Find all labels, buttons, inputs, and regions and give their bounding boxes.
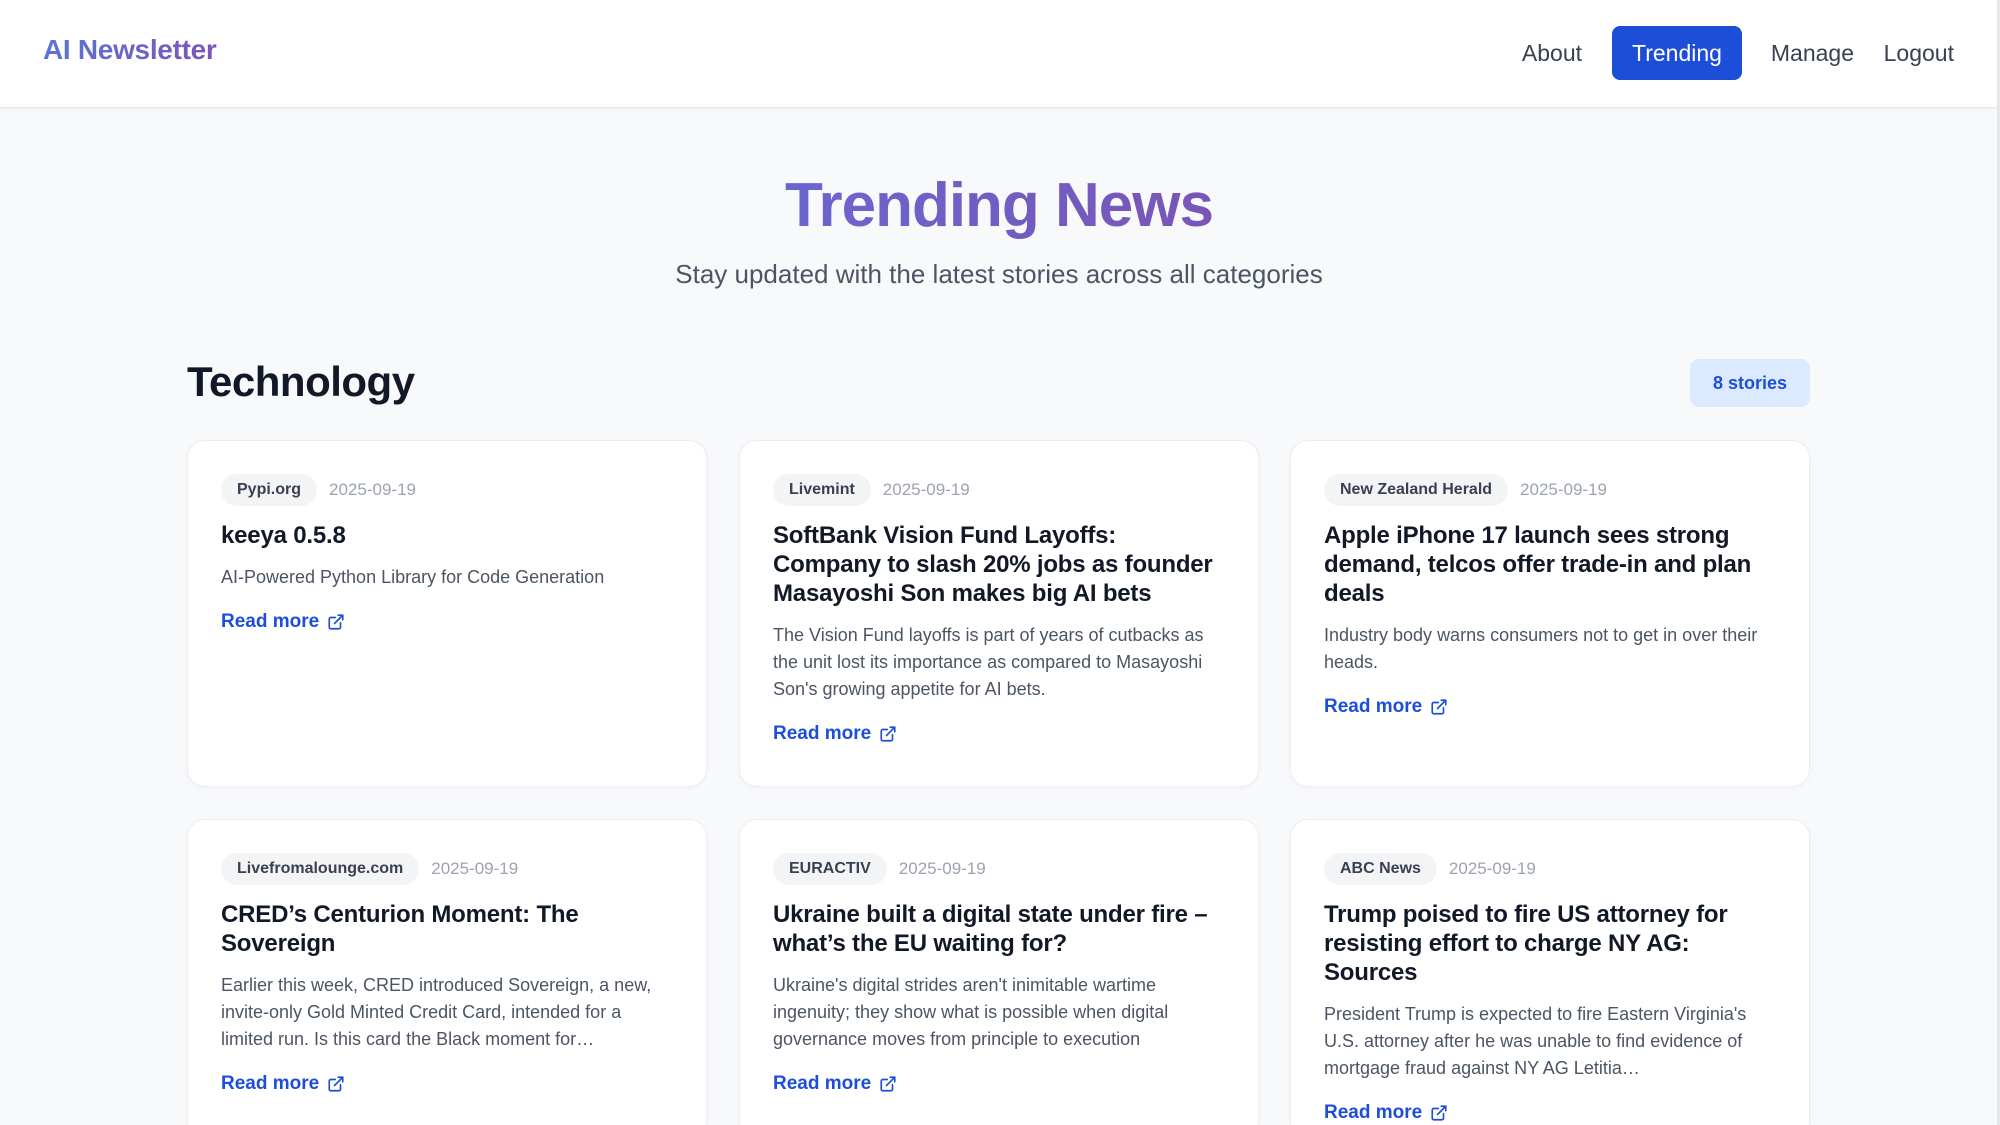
read-more-link[interactable]: Read more	[1324, 1102, 1448, 1124]
article-description: AI-Powered Python Library for Code Gener…	[221, 567, 605, 587]
article-description: Industry body warns consumers not to get…	[1324, 625, 1758, 672]
news-card: ABC News 2025-09-19 Trump poised to fire…	[1290, 819, 1810, 1125]
article-date: 2025-09-19	[329, 480, 416, 499]
page-title: Trending News	[785, 171, 1214, 240]
read-more-label: Read more	[1324, 1102, 1423, 1123]
read-more-link[interactable]: Read more	[773, 723, 897, 745]
article-title: CRED’s Centurion Moment: The Sovereign	[221, 901, 579, 957]
article-description: Earlier this week, CRED introduced Sover…	[221, 975, 652, 1049]
nav-manage-link[interactable]: Manage	[1771, 26, 1854, 80]
page: AI Newsletter About Trending Manage Logo…	[0, 0, 2000, 1125]
read-more-label: Read more	[773, 1073, 872, 1094]
article-description: President Trump is expected to fire East…	[1324, 1004, 1747, 1078]
article-date: 2025-09-19	[1520, 480, 1608, 499]
source-badge: Pypi.org	[221, 474, 318, 506]
external-link-icon	[879, 725, 897, 743]
news-card: Livefromalounge.com 2025-09-19 CRED’s Ce…	[187, 819, 707, 1125]
story-count-badge: 8 stories	[1690, 359, 1810, 407]
read-more-link[interactable]: Read more	[221, 1073, 345, 1095]
section-title: Technology	[187, 358, 415, 405]
brand-logo[interactable]: AI Newsletter	[43, 34, 217, 66]
article-title: keeya 0.5.8	[221, 522, 346, 549]
news-card: Pypi.org 2025-09-19 keeya 0.5.8 AI-Power…	[187, 440, 707, 787]
news-card: Livemint 2025-09-19 SoftBank Vision Fund…	[739, 440, 1259, 787]
read-more-label: Read more	[221, 1073, 320, 1094]
read-more-label: Read more	[221, 611, 320, 632]
external-link-icon	[879, 1075, 897, 1093]
main-nav: About Trending Manage Logout	[1400, 26, 2000, 80]
article-title: Apple iPhone 17 launch sees strong deman…	[1324, 522, 1752, 607]
top-navbar: AI Newsletter About Trending Manage Logo…	[0, 0, 2000, 108]
article-description: The Vision Fund layoffs is part of years…	[773, 625, 1204, 699]
article-title: Trump poised to fire US attorney for res…	[1324, 901, 1728, 986]
article-description: Ukraine's digital strides aren't inimita…	[773, 975, 1169, 1049]
read-more-link[interactable]: Read more	[221, 611, 345, 633]
source-badge: Livemint	[773, 474, 871, 506]
nav-logout-link[interactable]: Logout	[1884, 26, 1954, 80]
source-badge: EURACTIV	[773, 853, 887, 885]
article-date: 2025-09-19	[898, 859, 986, 878]
source-badge: ABC News	[1324, 853, 1437, 885]
article-date: 2025-09-19	[431, 859, 519, 878]
article-title: Ukraine built a digital state under fire…	[773, 901, 1208, 957]
read-more-link[interactable]: Read more	[1324, 696, 1448, 718]
article-title: SoftBank Vision Fund Layoffs: Company to…	[773, 522, 1213, 607]
source-badge: Livefromalounge.com	[221, 853, 420, 885]
article-date: 2025-09-19	[882, 480, 970, 499]
article-date: 2025-09-19	[1448, 859, 1536, 878]
external-link-icon	[327, 613, 345, 631]
nav-trending-button[interactable]: Trending	[1612, 26, 1742, 80]
read-more-label: Read more	[1324, 696, 1423, 717]
news-card: EURACTIV 2025-09-19 Ukraine built a digi…	[739, 819, 1259, 1125]
external-link-icon	[1430, 1104, 1448, 1122]
read-more-link[interactable]: Read more	[773, 1073, 897, 1095]
nav-about-link[interactable]: About	[1522, 26, 1582, 80]
news-card: New Zealand Herald 2025-09-19 Apple iPho…	[1290, 440, 1810, 787]
external-link-icon	[1430, 698, 1448, 716]
source-badge: New Zealand Herald	[1324, 474, 1509, 506]
page-subtitle: Stay updated with the latest stories acr…	[675, 259, 1323, 289]
read-more-label: Read more	[773, 723, 872, 744]
external-link-icon	[327, 1075, 345, 1093]
